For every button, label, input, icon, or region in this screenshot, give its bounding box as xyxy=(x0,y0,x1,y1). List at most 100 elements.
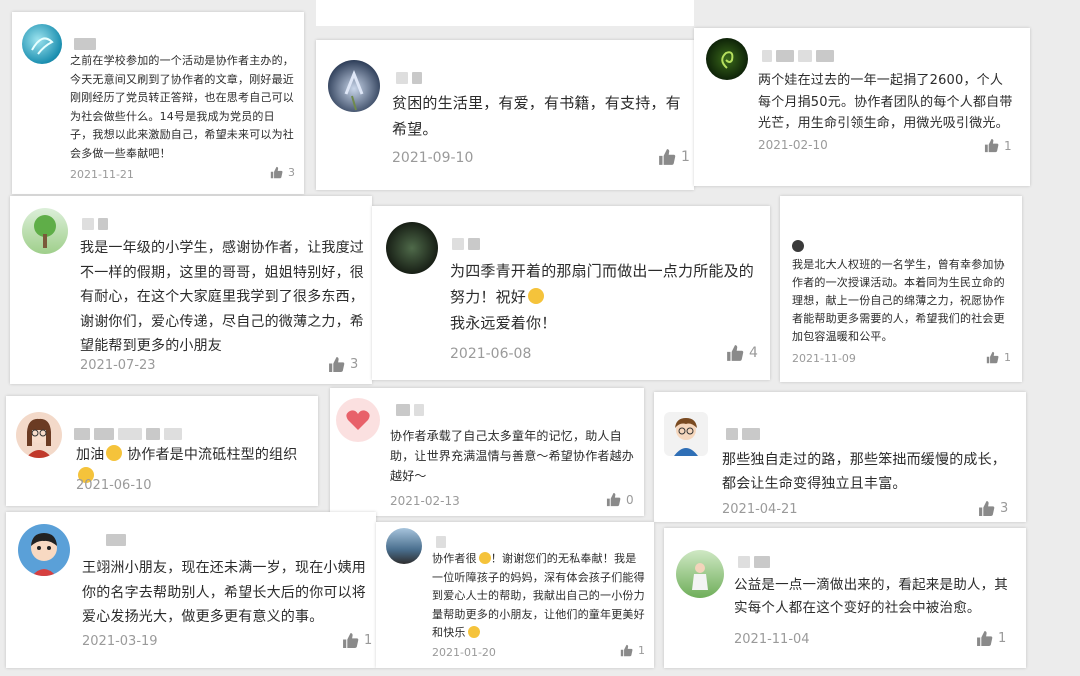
comment-date: 2021-09-10 xyxy=(392,150,474,166)
like-button[interactable]: 3 xyxy=(978,500,1008,517)
comment-date: 2021-01-20 xyxy=(432,646,496,659)
like-button[interactable]: 0 xyxy=(606,492,634,507)
victory-hand-emoji xyxy=(528,288,545,304)
thumbs-up-icon xyxy=(606,492,621,507)
user-avatar[interactable] xyxy=(664,412,708,456)
like-button[interactable]: 1 xyxy=(986,351,1011,364)
girl-in-field-icon xyxy=(692,563,708,590)
comment-date: 2021-06-08 xyxy=(450,346,532,362)
partial-comment-card-top xyxy=(316,0,694,26)
comment-date: 2021-06-10 xyxy=(76,478,152,493)
comment-date: 2021-02-13 xyxy=(390,494,460,508)
comment-card: 协作者很 ！谢谢您们的无私奉献！我是一位听障孩子的妈妈，深有体会孩子们能得到爱心人… xyxy=(376,522,654,668)
blurred-username xyxy=(762,50,834,62)
comment-text: 协作者很 ！谢谢您们的无私奉献！我是一位听障孩子的妈妈，深有体会孩子们能得到爱心人… xyxy=(432,552,645,639)
smiling-face-emoji xyxy=(467,626,480,638)
blurred-username xyxy=(74,38,96,50)
tree-icon xyxy=(34,215,56,248)
comment-text: 之前在学校参加的一个活动是协作者主办的，今天无意间又刷到了协作者的文章，刚好最近… xyxy=(70,54,294,160)
user-avatar[interactable] xyxy=(386,222,438,274)
comment-card: 加油 协作者是中流砥柱型的组织 2021-06-10 xyxy=(6,396,318,506)
thumbs-up-icon xyxy=(986,351,999,364)
thumbs-up-icon xyxy=(727,345,744,361)
blurred-username xyxy=(106,534,126,546)
thumbs-up-icon xyxy=(620,644,633,657)
blurred-username xyxy=(396,72,422,84)
thumbs-up-icon xyxy=(984,138,999,153)
user-avatar[interactable] xyxy=(676,550,724,598)
like-count: 1 xyxy=(681,149,690,165)
comment-date: 2021-11-09 xyxy=(792,352,856,365)
comment-text: 我是一年级的小学生，感谢协作者，让我度过不一样的假期，这里的哥哥，姐姐特别好，很… xyxy=(80,240,364,354)
thumbs-up-emoji xyxy=(478,552,491,564)
swirl-icon xyxy=(31,37,54,55)
flower-icon xyxy=(344,69,364,111)
user-avatar[interactable] xyxy=(16,412,62,458)
like-count: 1 xyxy=(1004,138,1012,153)
comment-text: 为四季青开着的那扇门而做出一点力所能及的努力！祝好 我永远爱着你！ xyxy=(450,262,755,332)
like-button[interactable]: 4 xyxy=(726,344,758,362)
like-count: 3 xyxy=(288,166,295,179)
comment-card: 公益是一点一滴做出来的，看起来是助人，其实每个人都在这个变好的社会中被治愈。 2… xyxy=(664,528,1026,668)
comment-card: 王翊洲小朋友，现在还未满一岁，现在小姨用你的名字去帮助别人，希望长大后的你可以将… xyxy=(6,512,376,668)
comment-date: 2021-03-19 xyxy=(82,634,158,649)
comment-card: 我是北大人权班的一名学生，曾有幸参加协作者的一次授课活动。本着同为生民立命的理想… xyxy=(780,196,1022,382)
blurred-username xyxy=(82,218,108,230)
user-avatar[interactable] xyxy=(792,240,804,252)
comment-text: 协作者承载了自己太多童年的记忆，助人自助，让世界充满温情与善意～希望协作者越办越… xyxy=(390,429,635,483)
comment-text: 那些独自走过的路，那些笨拙而缓慢的成长，都会让生命变得独立且丰富。 xyxy=(722,452,1006,492)
like-button[interactable]: 1 xyxy=(984,138,1012,153)
user-avatar[interactable] xyxy=(706,38,748,80)
like-button[interactable]: 3 xyxy=(270,166,295,179)
comment-card: 之前在学校参加的一个活动是协作者主办的，今天无意间又刷到了协作者的文章，刚好最近… xyxy=(12,12,304,194)
blurred-username xyxy=(452,238,480,250)
like-button[interactable]: 1 xyxy=(658,148,690,166)
thumbs-up-icon xyxy=(329,357,345,372)
comment-date: 2021-02-10 xyxy=(758,138,828,152)
comment-text: 我是北大人权班的一名学生，曾有幸参加协作者的一次授课活动。本着同为生民立命的理想… xyxy=(792,258,1005,343)
blurred-username xyxy=(396,404,424,416)
like-button[interactable]: 1 xyxy=(342,632,372,649)
blurred-username xyxy=(738,556,770,568)
user-avatar[interactable] xyxy=(328,60,380,112)
comment-card: 贫困的生活里，有爱，有书籍，有支持，有希望。 2021-09-10 1 xyxy=(316,40,694,190)
user-avatar[interactable] xyxy=(336,398,380,442)
like-count: 3 xyxy=(1000,501,1009,516)
cartoon-boy-icon xyxy=(31,533,57,576)
comment-date: 2021-04-21 xyxy=(722,502,798,517)
comment-date: 2021-07-23 xyxy=(80,358,156,373)
like-count: 1 xyxy=(998,631,1007,646)
blurred-username xyxy=(726,428,760,440)
user-avatar[interactable] xyxy=(22,24,62,64)
thumbs-up-icon xyxy=(343,633,359,648)
comment-card: 我是一年级的小学生，感谢协作者，让我度过不一样的假期，这里的哥哥，姐姐特别好，很… xyxy=(10,196,372,384)
like-count: 1 xyxy=(364,633,373,648)
like-button[interactable]: 3 xyxy=(328,356,358,373)
like-count: 4 xyxy=(749,345,758,361)
user-avatar[interactable] xyxy=(386,528,422,564)
thumbs-up-icon xyxy=(977,631,993,646)
heart-icon xyxy=(346,410,370,430)
girl-avatar-icon xyxy=(26,418,52,458)
like-button[interactable]: 1 xyxy=(976,630,1006,647)
boy-cartoon-icon xyxy=(674,418,698,456)
blurred-username xyxy=(74,428,182,440)
like-count: 1 xyxy=(1004,351,1011,364)
comment-card: 那些独自走过的路，那些笨拙而缓慢的成长，都会让生命变得独立且丰富。 2021-0… xyxy=(654,392,1026,522)
blurred-username xyxy=(436,536,446,548)
comment-date: 2021-11-04 xyxy=(734,632,810,647)
like-count: 1 xyxy=(638,644,645,657)
comment-text: 公益是一点一滴做出来的，看起来是助人，其实每个人都在这个变好的社会中被治愈。 xyxy=(734,577,1008,616)
thumbs-up-icon xyxy=(979,501,995,516)
spiral-plant-icon xyxy=(721,51,734,69)
like-count: 3 xyxy=(350,357,359,372)
thumbs-up-icon xyxy=(270,166,283,179)
like-count: 0 xyxy=(626,492,634,507)
user-avatar[interactable] xyxy=(22,208,68,254)
comment-text: 两个娃在过去的一年一起捐了2600，个人每个月捐50元。协作者团队的每个人都自带… xyxy=(758,73,1013,131)
comment-date: 2021-11-21 xyxy=(70,168,134,181)
flexed-biceps-emoji xyxy=(106,445,123,461)
user-avatar[interactable] xyxy=(18,524,70,576)
like-button[interactable]: 1 xyxy=(620,644,645,657)
comment-text: 贫困的生活里，有爱，有书籍，有支持，有希望。 xyxy=(392,94,681,138)
